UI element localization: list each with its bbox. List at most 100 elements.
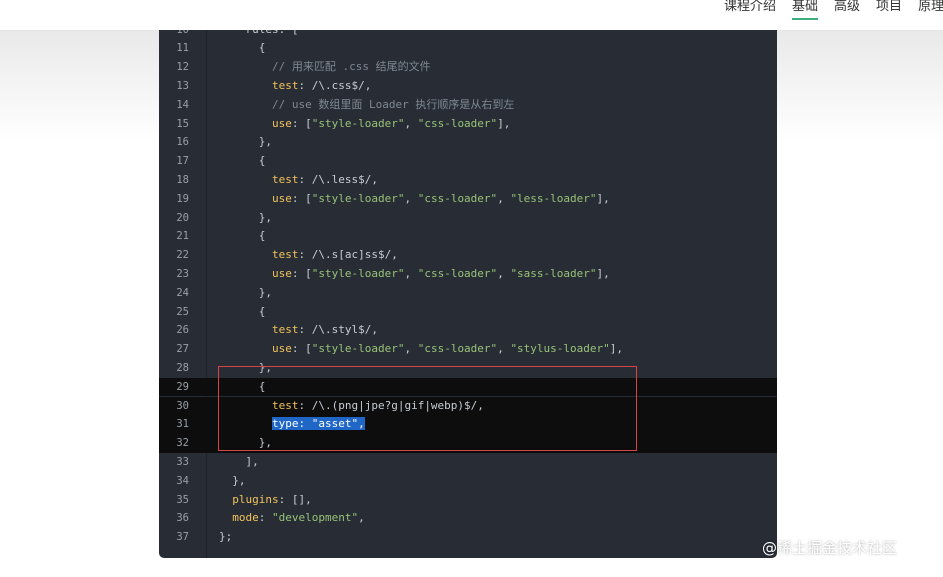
line-number: 27: [176, 343, 189, 356]
line-number: 31: [176, 418, 189, 431]
line-number: 11: [176, 42, 189, 55]
code-token: ,: [497, 266, 511, 280]
code-line: 19 use: ["style-loader", "css-loader", "…: [159, 190, 777, 209]
line-number: 25: [176, 305, 189, 318]
code-text: },: [219, 284, 272, 303]
nav-link[interactable]: 高级: [834, 0, 860, 30]
code-line: 34 },: [159, 472, 777, 491]
nav-link[interactable]: 项目: [876, 0, 902, 30]
line-number: 36: [176, 512, 189, 525]
line-number: 20: [176, 211, 189, 224]
code-line: 20 },: [159, 209, 777, 228]
code-text: // 用来匹配 .css 结尾的文件: [219, 58, 431, 77]
annotation-highlight-box: [218, 366, 637, 451]
code-token: // use 数组里面 Loader 执行顺序是从右到左: [219, 97, 515, 111]
code-text: },: [219, 472, 245, 491]
code-token: "css-loader": [417, 342, 498, 356]
code-token: "style-loader": [311, 342, 405, 356]
code-token: {: [219, 41, 266, 55]
nav-link[interactable]: 课程介绍: [724, 0, 776, 30]
code-token: "css-loader": [417, 191, 498, 205]
line-number: 10: [159, 30, 189, 39]
code-token: ],: [596, 266, 610, 280]
code-text: test: /\.css$/,: [219, 77, 371, 96]
code-text: test: /\.s[ac]ss$/,: [219, 246, 398, 265]
code-token: "less-loader": [510, 191, 597, 205]
code-token: : [: [291, 266, 312, 280]
code-token: "style-loader": [311, 116, 405, 130]
line-number: 23: [176, 267, 189, 280]
code-token: test: [271, 248, 299, 262]
code-line: 36 mode: "development",: [159, 509, 777, 528]
code-token: test: [271, 172, 299, 186]
code-line: 10 rules: [: [159, 30, 777, 39]
line-number: 21: [176, 230, 189, 243]
code-token: ,: [497, 191, 511, 205]
line-number: 24: [176, 286, 189, 299]
code-token: },: [219, 210, 272, 224]
code-line: 24 },: [159, 284, 777, 303]
code-text: use: ["style-loader", "css-loader"],: [219, 115, 510, 134]
code-token: "css-loader": [417, 116, 498, 130]
line-number: 26: [176, 324, 189, 337]
line-number: 30: [176, 399, 189, 412]
code-text: mode: "development",: [219, 509, 365, 528]
code-token: : /\.s[ac]ss$/,: [298, 248, 398, 262]
code-token: {: [219, 304, 266, 318]
line-number: 18: [176, 173, 189, 186]
code-token: "development": [272, 511, 359, 525]
code-token: use: [271, 342, 292, 356]
code-text: use: ["style-loader", "css-loader", "les…: [219, 190, 610, 209]
code-text: {: [219, 227, 266, 246]
code-token: use: [271, 191, 292, 205]
code-line: 12 // 用来匹配 .css 结尾的文件: [159, 58, 777, 77]
code-line: 23 use: ["style-loader", "css-loader", "…: [159, 265, 777, 284]
code-text: use: ["style-loader", "css-loader", "sty…: [219, 340, 623, 359]
nav-link[interactable]: 基础: [792, 0, 819, 30]
code-line: 37};: [159, 528, 777, 547]
watermark: @稀土掘金技术社区: [762, 539, 898, 557]
nav-link[interactable]: 原理: [918, 0, 943, 30]
line-number: 16: [176, 136, 189, 149]
code-text: // use 数组里面 Loader 执行顺序是从右到左: [219, 96, 514, 115]
code-line: 15 use: ["style-loader", "css-loader"],: [159, 115, 777, 134]
code-line: 27 use: ["style-loader", "css-loader", "…: [159, 340, 777, 359]
code-token: use: [271, 116, 292, 130]
code-token: use: [271, 266, 292, 280]
code-token: : [: [291, 116, 312, 130]
code-token: ,: [404, 342, 418, 356]
code-token: ,: [358, 511, 365, 525]
code-token: ,: [497, 342, 511, 356]
code-text: },: [219, 133, 272, 152]
line-number: 19: [176, 192, 189, 205]
code-text: test: /\.styl$/,: [219, 321, 378, 340]
code-token: // 用来匹配 .css 结尾的文件: [219, 60, 431, 74]
line-number: 14: [176, 98, 189, 111]
line-number: 13: [176, 79, 189, 92]
code-token: "style-loader": [311, 266, 405, 280]
code-line: 14 // use 数组里面 Loader 执行顺序是从右到左: [159, 96, 777, 115]
code-text: {: [219, 303, 266, 322]
code-token: test: [271, 78, 299, 92]
code-token: {: [219, 229, 266, 243]
code-token: ,: [404, 266, 418, 280]
code-text: plugins: [],: [219, 491, 311, 510]
code-token: ],: [596, 191, 610, 205]
code-text: rules: [: [219, 30, 298, 39]
code-token: test: [271, 323, 299, 337]
code-token: "sass-loader": [510, 266, 597, 280]
code-text: ],: [219, 453, 258, 472]
code-token: ,: [404, 191, 418, 205]
line-number: 32: [176, 437, 189, 450]
line-number: 33: [176, 455, 189, 468]
code-line: 26 test: /\.styl$/,: [159, 321, 777, 340]
code-text: {: [219, 39, 266, 58]
code-token: ],: [609, 342, 624, 356]
code-line: 22 test: /\.s[ac]ss$/,: [159, 246, 777, 265]
code-line: 33 ],: [159, 453, 777, 472]
